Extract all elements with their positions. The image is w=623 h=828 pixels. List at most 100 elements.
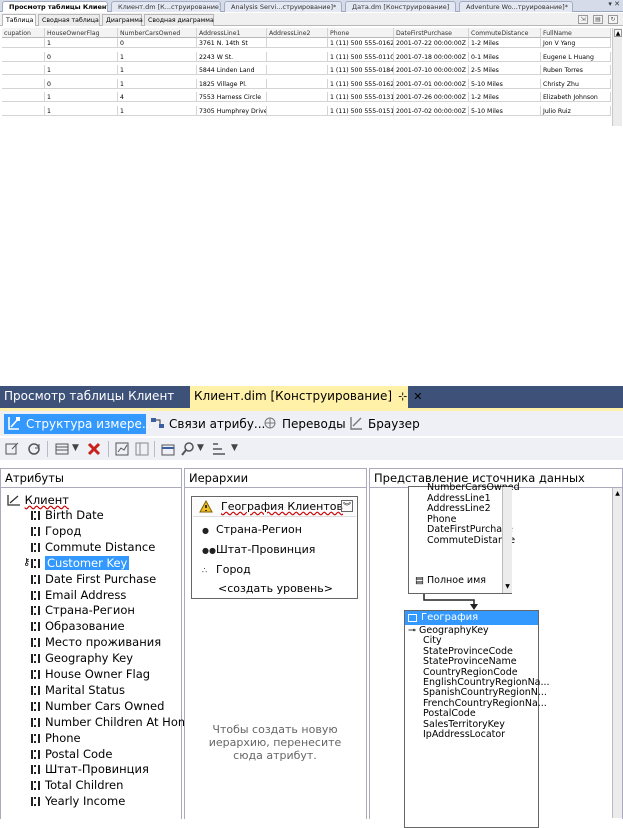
column-header[interactable]: FullName (541, 28, 611, 38)
table-cell[interactable]: 1 (45, 38, 118, 48)
table-cell[interactable]: 7305 Humphrey Drive (197, 105, 267, 116)
table-cell[interactable]: 2001-07-02 00:00:00Z (394, 105, 469, 116)
table-cell[interactable]: Jon V Yang (541, 38, 611, 48)
doc-tab-date-dm[interactable]: Дата.dm [Конструирование] (345, 1, 456, 12)
table-cell[interactable] (2, 92, 45, 102)
view-tab-table[interactable]: Таблица (2, 14, 36, 26)
attribute-item[interactable]: Email Address (31, 588, 126, 604)
table-cell[interactable] (2, 38, 45, 48)
table-cell[interactable]: 7553 Harness Circle (197, 92, 267, 102)
hierarchy-title[interactable]: География Клиентов ︾ (193, 498, 356, 517)
table-column[interactable]: Phone (427, 514, 456, 525)
column-header[interactable]: CommuteDistance (469, 28, 541, 38)
table-cell[interactable]: Elizabeth Johnson (541, 92, 611, 102)
table-cell[interactable]: 0 (118, 38, 197, 48)
table-cell[interactable] (2, 51, 45, 62)
key-column[interactable]: ⊸ GeographyKey (408, 626, 489, 636)
table-cell[interactable]: 1 (11) 500 555-0110 (328, 51, 394, 62)
table-cell[interactable]: 2001-07-22 00:00:00Z (394, 38, 469, 48)
new-level-placeholder[interactable]: <создать уровень> (218, 582, 333, 595)
table-cell[interactable]: 1 (45, 92, 118, 102)
table-cell[interactable] (267, 38, 328, 48)
table-client[interactable]: NumberCarsOwned AddressLine1 AddressLine2 P… (408, 483, 520, 594)
hierarchy-level[interactable]: ● Страна-Регион (202, 523, 302, 536)
table-cell[interactable]: 0-1 Miles (469, 51, 541, 62)
arrange-dropdown-icon[interactable]: ▼ (231, 443, 238, 459)
table-column[interactable]: IpAddressLocator (423, 730, 505, 740)
table-column[interactable]: AddressLine2 (427, 504, 491, 514)
refresh-icon[interactable]: ↻ (608, 15, 618, 24)
column-header[interactable]: AddressLine1 (197, 28, 267, 38)
view-dropdown-icon[interactable]: ▼ (72, 443, 79, 459)
column-header[interactable]: cupation (2, 28, 45, 38)
table-cell[interactable]: 2001-07-26 00:00:00Z (394, 92, 469, 102)
grid-view-icon[interactable] (134, 441, 150, 457)
attribute-item[interactable]: Birth Date (31, 508, 104, 524)
table-column[interactable]: StateProvinceName (423, 657, 517, 667)
attribute-item[interactable]: Date First Purchase (31, 572, 156, 588)
table-geography[interactable]: География ⊸ GeographyKey City StateProvinc… (404, 610, 550, 828)
attribute-item[interactable]: Город (31, 524, 81, 540)
table-cell[interactable]: 2001-07-18 00:00:00Z (394, 51, 469, 62)
doc-tab-adventure-works[interactable]: Adventure Wo...труирование]* (459, 1, 573, 12)
dsv-vertical-scrollbar[interactable]: ▲ (612, 488, 622, 818)
table-cell[interactable] (267, 78, 328, 89)
add-table-icon[interactable] (160, 441, 176, 457)
subtab-translations[interactable]: Переводы (260, 414, 346, 434)
attribute-item[interactable]: Место проживания (31, 635, 161, 651)
delete-icon[interactable] (86, 441, 102, 457)
table-cell[interactable]: Eugene L Huang (541, 51, 611, 62)
table-row[interactable]: 1 0 3761 N. 14th St 1 (11) 500 555-0162 2001… (0, 38, 612, 48)
subtab-dimension-structure[interactable]: Структура измере... (4, 414, 153, 434)
column-header[interactable]: Phone (328, 28, 394, 38)
hierarchy-level[interactable]: ●●Штат-Провинция (202, 543, 315, 556)
dimension-root[interactable]: Клиент (7, 493, 69, 507)
column-header[interactable]: NumberCarsOwned (118, 28, 197, 38)
table-row[interactable]: 0 1 1825 Village Pl. 1 (11) 500 555-0162 200… (0, 78, 612, 89)
table-cell[interactable]: Christy Zhu (541, 78, 611, 89)
hierarchy-box[interactable]: География Клиентов ︾ ● Страна-Регион ●●Шт… (191, 496, 358, 599)
table-cell[interactable]: 1 (118, 78, 197, 89)
table-geography-header[interactable]: География (405, 611, 538, 625)
attribute-item[interactable]: Образование (31, 619, 125, 635)
find-dropdown-icon[interactable]: ▼ (197, 443, 204, 459)
attribute-item[interactable]: Total Children (31, 778, 123, 794)
table-cell[interactable] (267, 105, 328, 116)
column-header[interactable]: HouseOwnerFlag (45, 28, 118, 38)
view-icon[interactable] (54, 441, 70, 457)
attribute-item[interactable]: Marital Status (31, 683, 125, 699)
attribute-item[interactable]: ⚷ Customer Key (23, 555, 130, 572)
table-cell[interactable]: 5-10 Miles (469, 105, 541, 116)
attribute-item[interactable]: Number Cars Owned (31, 699, 164, 715)
view-tab-pivot-chart[interactable]: Сводная диаграмма (144, 14, 214, 26)
table-row[interactable]: 1 4 7553 Harness Circle 1 (11) 500 555-0131… (0, 92, 612, 102)
attribute-item[interactable]: Штат-Провинция (31, 762, 149, 778)
grid-vertical-scrollbar[interactable]: ▲ (612, 28, 622, 126)
table-cell[interactable]: 1 (11) 500 555-0162 (328, 78, 394, 89)
collapse-icon[interactable]: ︾ (341, 500, 353, 512)
attribute-item[interactable]: Number Children At Home (31, 715, 196, 731)
table-cell[interactable]: 1-2 Miles (469, 38, 541, 48)
table-column[interactable]: SpanishCountryRegionN... (423, 688, 547, 698)
table-cell[interactable]: 1 (45, 105, 118, 116)
table-cell[interactable]: 1 (11) 500 555-0151 (328, 105, 394, 116)
hierarchy-level[interactable]: ∴ Город (202, 563, 251, 576)
view-tab-pivot-table[interactable]: Сводная таблица (38, 14, 100, 26)
subtab-attribute-relationships[interactable]: Связи атрибу... (147, 414, 265, 434)
scroll-up-icon[interactable]: ▲ (614, 29, 622, 37)
scroll-down-icon[interactable]: ▼ (503, 582, 512, 591)
table-cell[interactable] (2, 78, 45, 89)
grid-header-row[interactable]: cupation HouseOwnerFlag NumberCarsOwned Add… (0, 28, 612, 38)
table-cell[interactable]: 1825 Village Pl. (197, 78, 267, 89)
table-column[interactable]: DateFirstPurchase (427, 525, 513, 535)
table-cell[interactable]: 2001-07-01 00:00:00Z (394, 78, 469, 89)
attribute-item[interactable]: Страна-Регион (31, 603, 135, 619)
table-cell[interactable]: 1 (118, 105, 197, 116)
subtab-browser[interactable]: Браузер (346, 414, 420, 434)
table-cell[interactable]: 0 (45, 51, 118, 62)
table-cell[interactable] (2, 65, 45, 75)
table-cell[interactable]: 3761 N. 14th St (197, 38, 267, 48)
table-cell[interactable]: 2-5 Miles (469, 65, 541, 75)
doc-tab-client-dm[interactable]: Клиент.dm [К...струирование]* (111, 1, 221, 12)
column-header[interactable]: DateFirstPurchase (394, 28, 469, 38)
